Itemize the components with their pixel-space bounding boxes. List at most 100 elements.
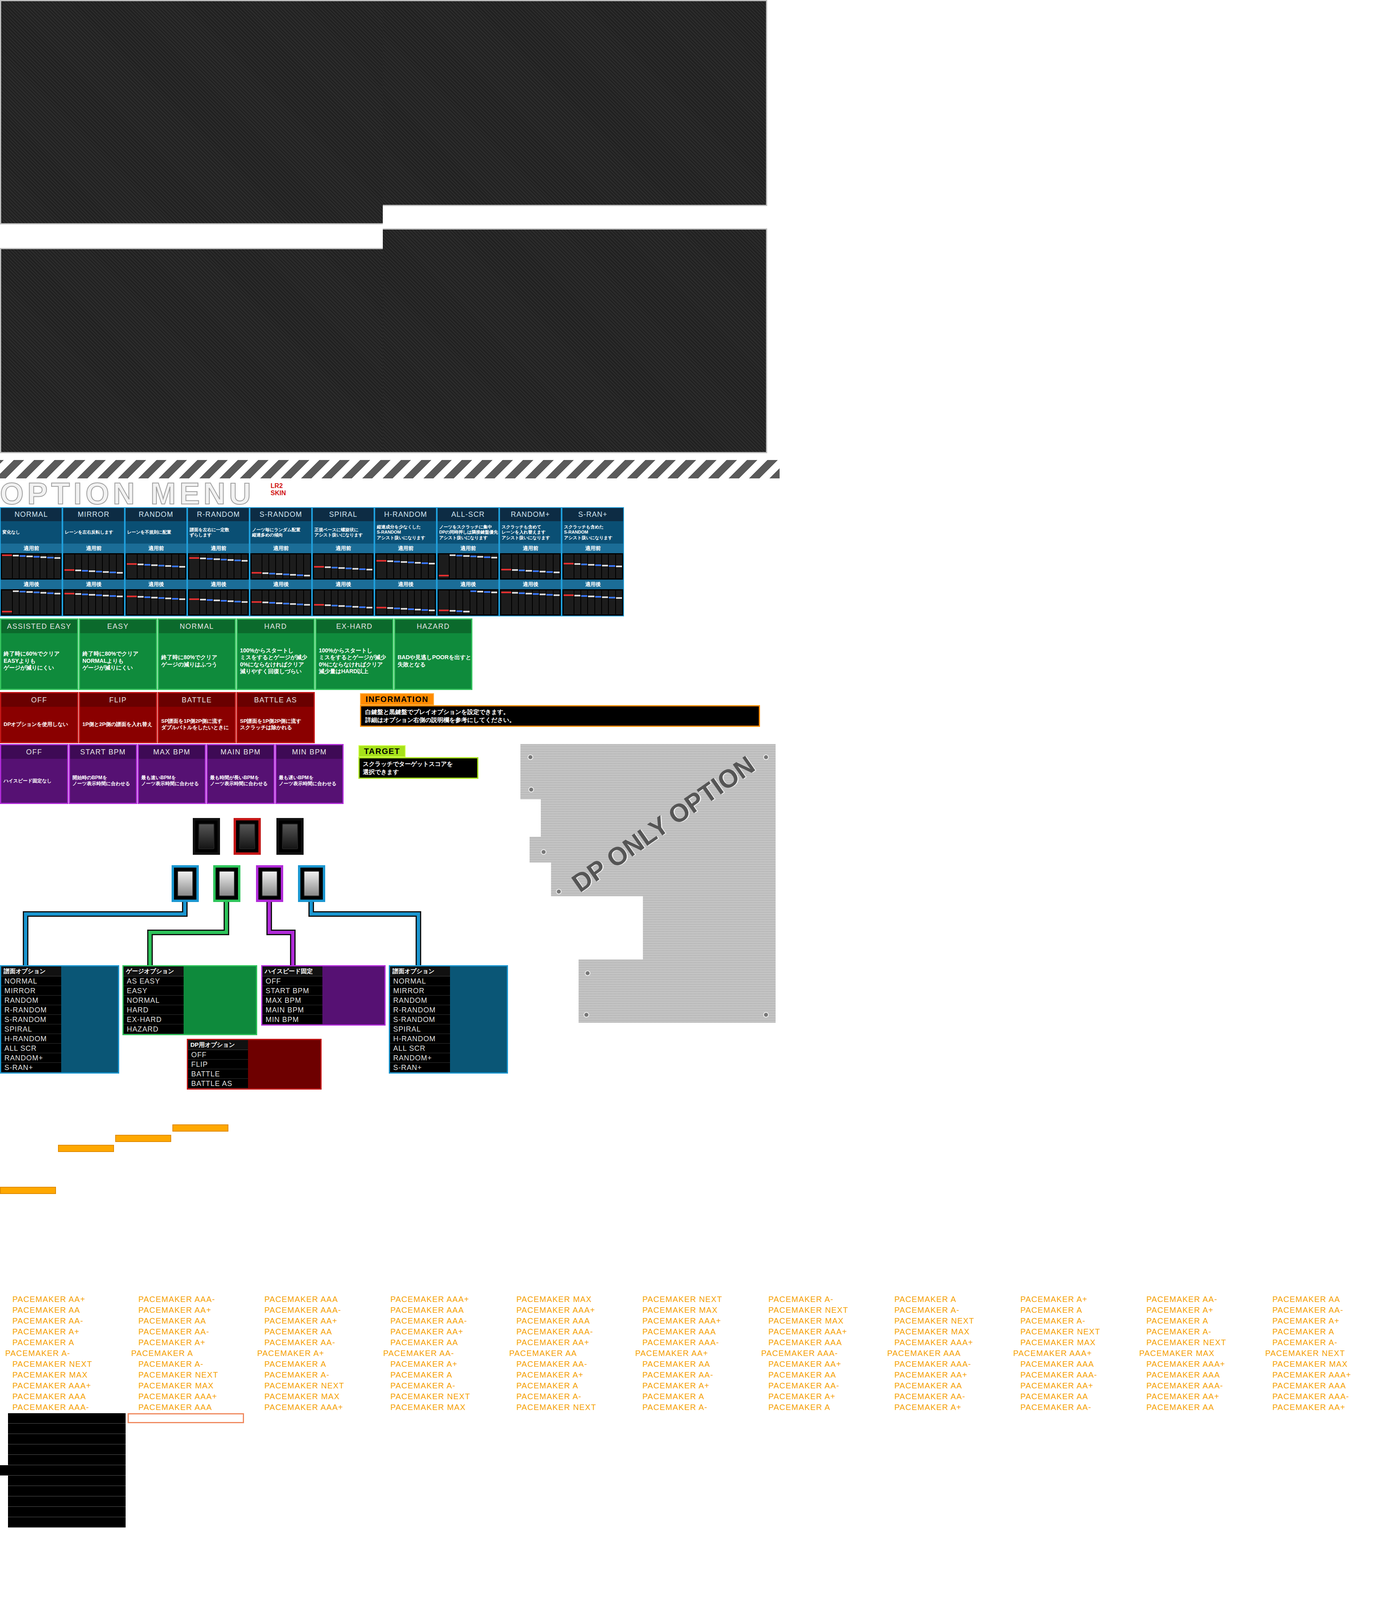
lane <box>574 590 581 615</box>
option-item[interactable]: MIRROR <box>1 986 62 996</box>
lane <box>438 554 449 579</box>
pacemaker-row: PACEMAKER A+PACEMAKER AA-PACEMAKER AAPAC… <box>0 1326 1400 1338</box>
random-option-card[interactable]: RANDOM+スクラッチも含めてレーンを入れ替えますアシスト扱いになります適用前… <box>499 507 562 617</box>
option-item[interactable]: S-RANDOM <box>390 1014 450 1025</box>
dp-option-card[interactable]: BATTLESP譜面を1P側2P側に流すダブルバトルをしたいときに <box>157 692 236 744</box>
option-item[interactable]: RANDOM <box>390 995 450 1006</box>
option-item[interactable]: EASY <box>123 986 184 996</box>
option-item[interactable]: AS EASY <box>123 976 184 986</box>
option-item[interactable]: RANDOM+ <box>1 1053 62 1063</box>
gauge-option-card[interactable]: EX-HARD100%からスタートしミスをするとゲージが減少0%にならなければク… <box>315 618 394 690</box>
lane <box>525 590 532 615</box>
gauge-option-card[interactable]: HAZARDBADや見逃しPOORを出すと失敗となる <box>394 618 473 690</box>
option-item[interactable]: MIN BPM <box>262 1014 323 1025</box>
key-button[interactable] <box>256 865 284 902</box>
option-item[interactable]: MIRROR <box>390 986 450 996</box>
option-title: SPIRAL <box>312 508 374 522</box>
note <box>33 556 40 558</box>
gauge-option-card[interactable]: EASY終了時に80%でクリアNORMALよりもゲージが減りにくい <box>78 618 158 690</box>
gauge-option-card[interactable]: NORMAL終了時に80%でクリアゲージの減りはふつう <box>157 618 236 690</box>
note <box>366 568 373 571</box>
pacemaker-label: PACEMAKER AAA- <box>138 1294 265 1305</box>
pacemaker-label: PACEMAKER AA+ <box>390 1326 517 1338</box>
pacemaker-label: PACEMAKER A+ <box>516 1369 643 1381</box>
lane <box>539 590 546 615</box>
lane-preview <box>562 589 624 616</box>
note <box>40 592 47 594</box>
lane <box>251 590 262 615</box>
random-option-card[interactable]: ALL-SCRノーツをスクラッチに集中DPの同時押しは隣接鍵盤優先アシスト扱いに… <box>436 507 500 617</box>
option-item[interactable]: RANDOM+ <box>390 1053 450 1063</box>
option-item[interactable]: SPIRAL <box>390 1024 450 1034</box>
random-option-card[interactable]: S-RANDOMノーツ毎にランダム配置縦連多めの傾向適用前適用後 <box>249 507 312 617</box>
random-option-card[interactable]: MIRRORレーンを左右反転します適用前適用後 <box>62 507 125 617</box>
key-button[interactable] <box>171 865 199 902</box>
note <box>283 602 290 605</box>
option-item[interactable]: EX-HARD <box>123 1014 184 1025</box>
option-item[interactable]: ALL SCR <box>1 1043 62 1054</box>
option-item[interactable]: OFF <box>262 976 323 986</box>
option-item[interactable]: ALL SCR <box>390 1043 450 1054</box>
key-button[interactable] <box>213 865 241 902</box>
hispeed-option-card[interactable]: MIN BPM最も遅いBPMをノーツ表示時間に合わせる <box>275 744 344 804</box>
lane-preview <box>188 589 249 616</box>
key-button[interactable] <box>192 818 220 855</box>
dp-option-card[interactable]: OFFDPオプションを使用しない <box>0 692 79 744</box>
panel-fill <box>183 966 256 1034</box>
lane <box>563 590 574 615</box>
key-button[interactable] <box>233 818 261 855</box>
option-item[interactable]: NORMAL <box>1 976 62 986</box>
option-item[interactable]: HARD <box>123 1005 184 1015</box>
option-item[interactable]: MAIN BPM <box>262 1005 323 1015</box>
option-item[interactable]: RANDOM <box>1 995 62 1006</box>
option-item[interactable]: H-RANDOM <box>1 1034 62 1044</box>
pacemaker-label: PACEMAKER AAA- <box>894 1358 1021 1370</box>
note <box>189 598 200 600</box>
random-option-card[interactable]: R-RANDOM譜面を左右に一定数ずらします適用前適用後 <box>187 507 250 617</box>
screw-icon <box>583 1012 590 1018</box>
random-option-card[interactable]: H-RANDOM縦連成分を少なくしたS-RANDOMアシスト扱いになります適用前… <box>374 507 437 617</box>
option-item[interactable]: S-RAN+ <box>1 1062 62 1073</box>
random-option-card[interactable]: NORMAL変化なし適用前適用後 <box>0 507 63 617</box>
hispeed-option-card[interactable]: MAX BPM最も速いBPMをノーツ表示時間に合わせる <box>137 744 206 804</box>
note <box>64 592 75 595</box>
dp-option-card[interactable]: BATTLE ASSP譜面を1P側2P側に流すスクラッチは除かれる <box>236 692 315 744</box>
option-item[interactable]: SPIRAL <box>1 1024 62 1034</box>
key-button[interactable] <box>276 818 304 855</box>
option-item[interactable]: BATTLE <box>188 1069 248 1079</box>
option-item[interactable]: START BPM <box>262 986 323 996</box>
gauge-option-row: ASSISTED EASY終了時に60%でクリアEASYよりもゲージが減りにくい… <box>0 618 1400 690</box>
gauge-option-card[interactable]: HARD100%からスタートしミスをするとゲージが減少0%にならなければクリア減… <box>236 618 315 690</box>
lane-preview <box>0 589 62 616</box>
hispeed-option-card[interactable]: OFFハイスピード固定なし <box>0 744 69 804</box>
random-option-card[interactable]: S-RAN+スクラッチも含めたS-RANDOMアシスト扱いになります適用前適用後 <box>561 507 624 617</box>
note <box>595 564 602 566</box>
note <box>116 595 123 598</box>
gauge-option-card[interactable]: ASSISTED EASY終了時に60%でクリアEASYよりもゲージが減りにくい <box>0 618 79 690</box>
option-item[interactable]: H-RANDOM <box>390 1034 450 1044</box>
hispeed-option-card[interactable]: START BPM開始時のBPMをノーツ表示時間に合わせる <box>68 744 138 804</box>
pacemaker-label: PACEMAKER AAA <box>264 1294 391 1305</box>
option-item[interactable]: NORMAL <box>390 976 450 986</box>
pacemaker-label: PACEMAKER AA <box>1272 1294 1399 1305</box>
pacemaker-label: PACEMAKER AA+ <box>894 1369 1021 1381</box>
dp-option-card[interactable]: FLIP1P側と2P側の譜面を入れ替え <box>78 692 158 744</box>
option-item[interactable]: R-RANDOM <box>390 1005 450 1015</box>
key-button[interactable] <box>298 865 326 902</box>
option-item[interactable]: S-RANDOM <box>1 1014 62 1025</box>
option-item[interactable]: HAZARD <box>123 1024 184 1034</box>
random-option-card[interactable]: SPIRAL正規ベースに螺旋状にアシスト扱いになります適用前適用後 <box>312 507 375 617</box>
option-item[interactable]: S-RAN+ <box>390 1062 450 1073</box>
lane <box>400 590 407 615</box>
random-option-card[interactable]: RANDOMレーンを不規則に配置適用前適用後 <box>124 507 188 617</box>
note <box>394 560 400 563</box>
option-item[interactable]: FLIP <box>188 1059 248 1070</box>
option-item[interactable]: R-RANDOM <box>1 1005 62 1015</box>
option-item[interactable]: BATTLE AS <box>188 1078 248 1089</box>
option-item[interactable]: NORMAL <box>123 995 184 1006</box>
lane <box>581 590 588 615</box>
option-item[interactable]: MAX BPM <box>262 995 323 1006</box>
pacemaker-label: PACEMAKER NEXT <box>516 1402 643 1413</box>
hispeed-option-card[interactable]: MAIN BPM最も時間が長いBPMをノーツ表示時間に合わせる <box>206 744 275 804</box>
option-item[interactable]: OFF <box>188 1050 248 1060</box>
